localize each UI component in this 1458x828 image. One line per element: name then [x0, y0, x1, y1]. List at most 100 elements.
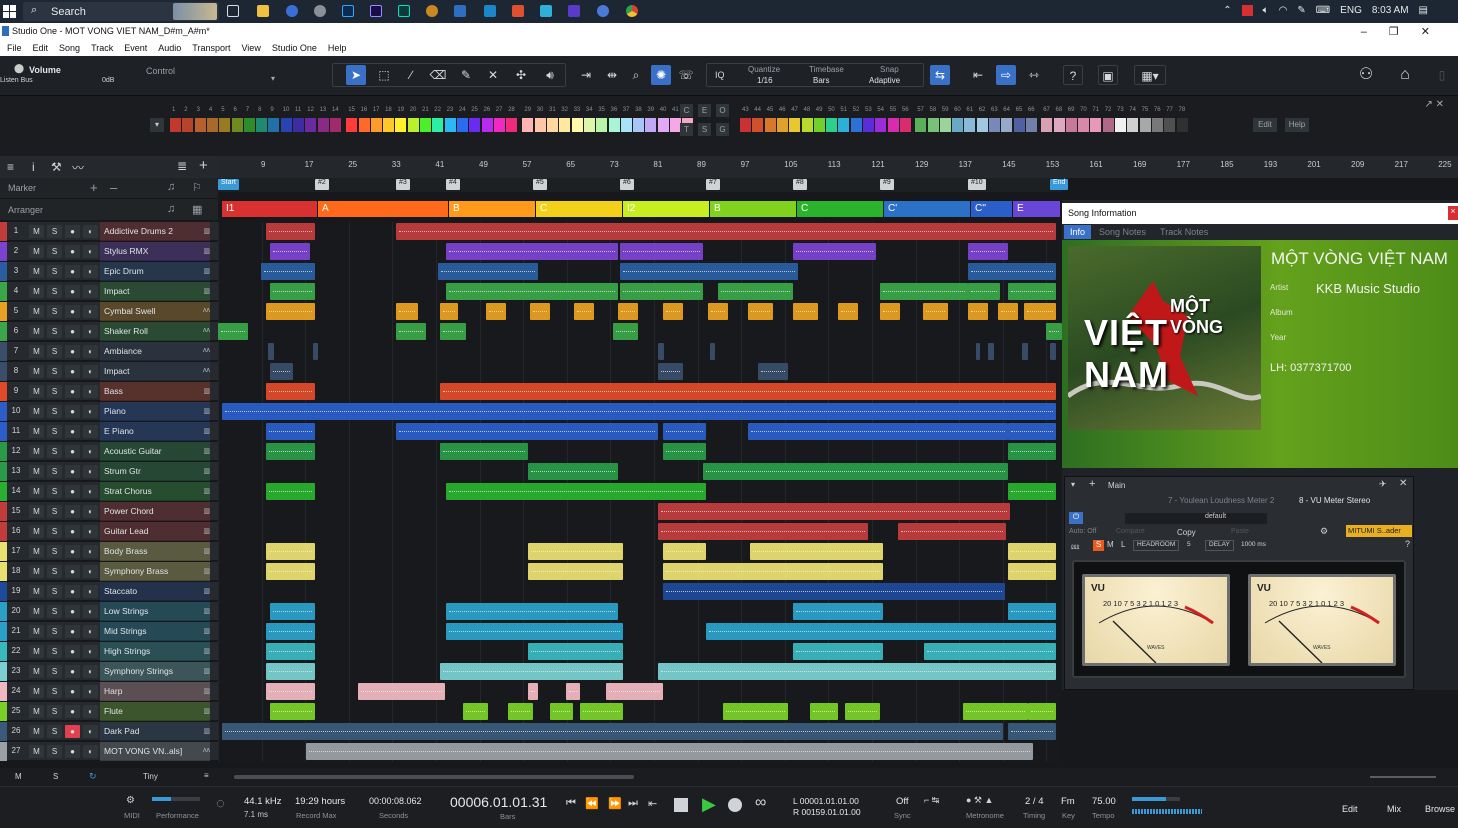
- track-mute-button[interactable]: M: [29, 745, 44, 758]
- arranger-section[interactable]: C: [536, 201, 622, 217]
- track-header[interactable]: 19 M S ● ◐ Staccato ▥: [0, 582, 218, 601]
- track-name[interactable]: Strum Gtr: [100, 462, 210, 481]
- track-clip[interactable]: [270, 703, 315, 720]
- track-clip[interactable]: [708, 303, 728, 320]
- track-color-strip[interactable]: [0, 682, 7, 701]
- palette-swatch[interactable]: [280, 118, 292, 132]
- app-icon-purple[interactable]: [568, 5, 580, 17]
- track-clip[interactable]: [440, 383, 1056, 400]
- track-solo-button[interactable]: S: [47, 445, 62, 458]
- automation-icon[interactable]: 〰: [72, 159, 84, 176]
- track-mute-button[interactable]: M: [29, 405, 44, 418]
- track-clip[interactable]: [718, 283, 793, 300]
- track-header[interactable]: 12 M S ● ◐ Acoustic Guitar ▥: [0, 442, 218, 461]
- track-clip[interactable]: [723, 703, 788, 720]
- palette-swatch[interactable]: [657, 118, 669, 132]
- sync-icon[interactable]: ↻: [89, 771, 97, 782]
- track-clip[interactable]: [1008, 483, 1056, 500]
- track-clip[interactable]: [880, 283, 968, 300]
- track-clip[interactable]: [440, 303, 458, 320]
- arranger-section[interactable]: A: [318, 201, 448, 217]
- track-clip[interactable]: [620, 243, 703, 260]
- track-header[interactable]: 25 M S ● ◐ Flute ▥: [0, 702, 218, 721]
- track-name[interactable]: Impact: [100, 362, 210, 381]
- track-color-strip[interactable]: [0, 742, 7, 761]
- palette-swatch[interactable]: [1102, 118, 1114, 132]
- track-name[interactable]: MOT VONG VN..als]: [100, 742, 210, 761]
- track-clip[interactable]: [880, 303, 900, 320]
- track-record-icon[interactable]: ●: [65, 565, 80, 578]
- track-mute-button[interactable]: M: [29, 525, 44, 538]
- track-color-strip[interactable]: [0, 282, 7, 301]
- track-clip[interactable]: [574, 303, 594, 320]
- track-clip[interactable]: [440, 323, 466, 340]
- track-monitor-icon[interactable]: ◐: [83, 425, 98, 438]
- track-mute-button[interactable]: M: [29, 725, 44, 738]
- track-mute-button[interactable]: M: [29, 345, 44, 358]
- track-header[interactable]: 27 M S ● ◐ MOT VONG VN..als] ʌʌ: [0, 742, 218, 761]
- headroom-value[interactable]: 5: [1187, 541, 1191, 548]
- track-clip[interactable]: [1022, 343, 1028, 360]
- track-color-strip[interactable]: [0, 622, 7, 641]
- track-header[interactable]: 22 M S ● ◐ High Strings ▥: [0, 642, 218, 661]
- track-clip[interactable]: [266, 383, 315, 400]
- track-clip[interactable]: [898, 523, 1006, 540]
- track-clip[interactable]: [1008, 603, 1056, 620]
- track-monitor-icon[interactable]: ◐: [83, 505, 98, 518]
- track-clip[interactable]: [508, 703, 533, 720]
- plugin-gear-icon[interactable]: ⚙: [1320, 526, 1328, 537]
- track-color-strip[interactable]: [0, 262, 7, 281]
- track-record-icon[interactable]: ●: [65, 445, 80, 458]
- pen-icon[interactable]: ✎: [1297, 5, 1305, 16]
- palette-swatch[interactable]: [522, 118, 534, 132]
- track-name[interactable]: Epic Drum: [100, 262, 210, 281]
- track-clip[interactable]: [793, 603, 883, 620]
- track-mute-button[interactable]: M: [29, 705, 44, 718]
- track-name[interactable]: Staccato: [100, 582, 210, 601]
- track-clip[interactable]: [658, 503, 1010, 520]
- track-clip[interactable]: [446, 283, 618, 300]
- loop-start-icon[interactable]: ⇤: [648, 797, 657, 810]
- palette-swatch[interactable]: [268, 118, 280, 132]
- palette-swatch[interactable]: [1013, 118, 1025, 132]
- track-header[interactable]: 21 M S ● ◐ Mid Strings ▥: [0, 622, 218, 641]
- palette-swatch[interactable]: [801, 118, 813, 132]
- track-clip[interactable]: [270, 603, 315, 620]
- marker-item[interactable]: #5: [533, 179, 547, 190]
- track-name[interactable]: Strat Chorus: [100, 482, 210, 501]
- track-clip[interactable]: [528, 463, 618, 480]
- track-monitor-icon[interactable]: ◐: [83, 245, 98, 258]
- track-clip[interactable]: [663, 443, 706, 460]
- palette-swatch[interactable]: [899, 118, 911, 132]
- tempo-value[interactable]: 75.00: [1092, 796, 1116, 807]
- track-record-icon[interactable]: ●: [65, 505, 80, 518]
- add-marker-icon[interactable]: +: [90, 180, 98, 195]
- track-clip[interactable]: [446, 623, 623, 640]
- track-monitor-icon[interactable]: ◐: [83, 565, 98, 578]
- track-clip[interactable]: [663, 583, 1005, 600]
- track-solo-button[interactable]: S: [47, 625, 62, 638]
- palette-swatch[interactable]: [764, 118, 776, 132]
- palette-swatch[interactable]: [596, 118, 608, 132]
- track-monitor-icon[interactable]: ◐: [83, 345, 98, 358]
- track-mute-button[interactable]: M: [29, 505, 44, 518]
- arranger-grid-icon[interactable]: ▦: [192, 203, 202, 216]
- eraser-tool-icon[interactable]: ⌫: [428, 65, 448, 85]
- track-name[interactable]: Addictive Drums 2: [100, 222, 210, 241]
- track-header[interactable]: 24 M S ● ◐ Harp ▥: [0, 682, 218, 701]
- app-tray-icon[interactable]: [1241, 5, 1253, 16]
- track-record-icon[interactable]: ●: [65, 685, 80, 698]
- track-clip[interactable]: [266, 623, 315, 640]
- track-clip[interactable]: [968, 283, 1000, 300]
- palette-swatch[interactable]: [1001, 118, 1013, 132]
- track-solo-button[interactable]: S: [47, 325, 62, 338]
- track-clip[interactable]: [793, 643, 883, 660]
- track-name[interactable]: Ambiance: [100, 342, 210, 361]
- master-volume-slider[interactable]: [1132, 809, 1202, 814]
- track-solo-button[interactable]: S: [47, 705, 62, 718]
- palette-letter-S[interactable]: S: [698, 123, 711, 136]
- track-clip[interactable]: [266, 303, 315, 320]
- chevron-up-icon[interactable]: ⌃: [1223, 5, 1231, 16]
- tray-clock[interactable]: 8:03 AM: [1372, 5, 1409, 16]
- track-solo-button[interactable]: S: [47, 225, 62, 238]
